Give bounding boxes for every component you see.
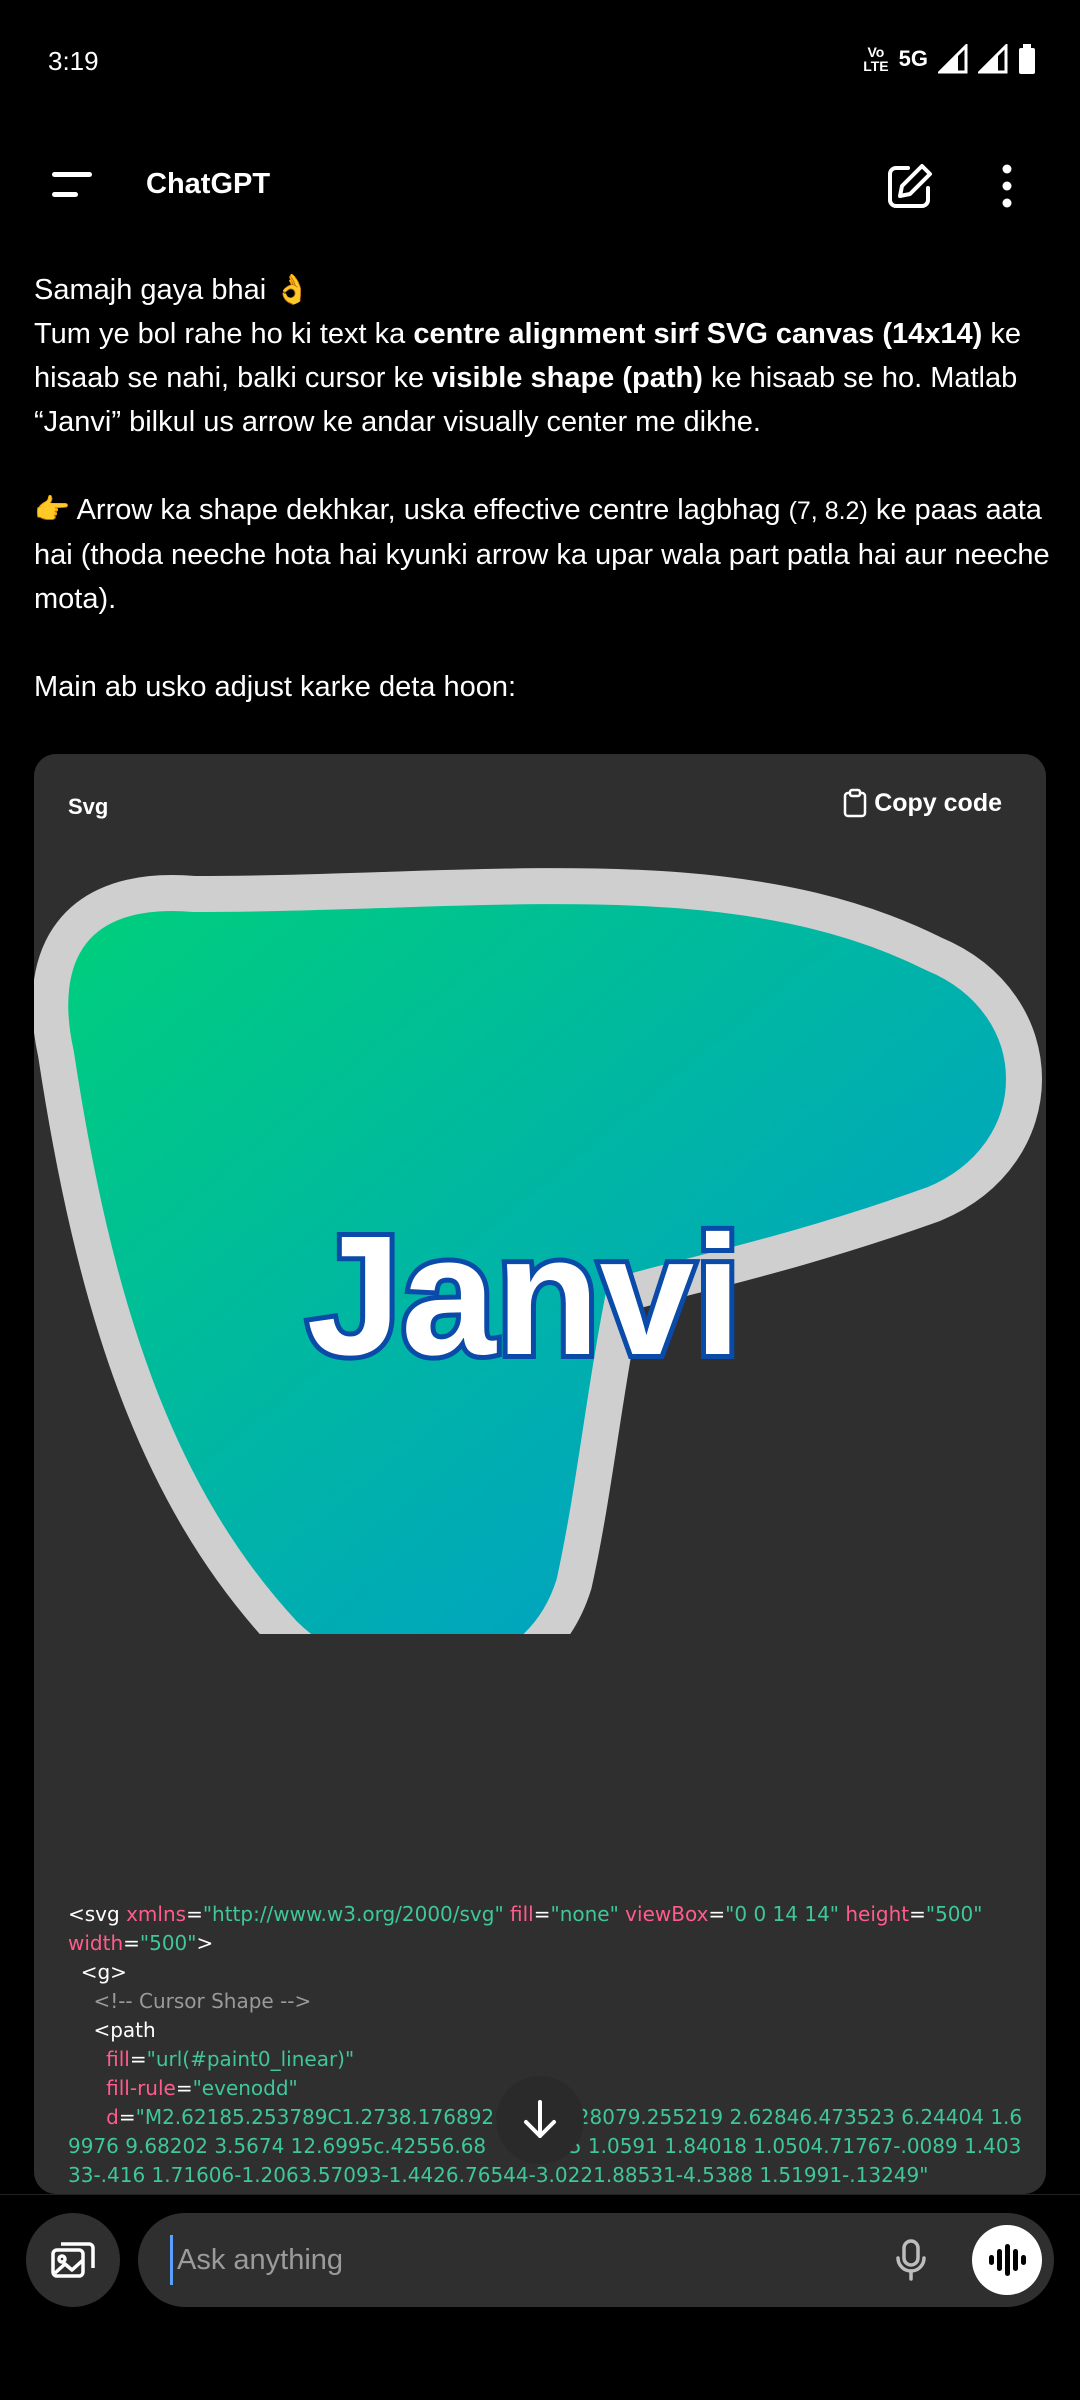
status-bar: 3:19 Vo LTE 5G [0, 0, 1080, 124]
volte-indicator: Vo LTE [863, 44, 889, 74]
arrow-down-icon [524, 2100, 556, 2138]
microphone-icon [896, 2239, 926, 2281]
menu-icon[interactable] [52, 170, 94, 200]
battery-icon [1019, 44, 1035, 74]
message-paragraph-2: 👉 Arrow ka shape dekhkar, uska effective… [34, 494, 1050, 615]
status-icons: Vo LTE 5G [863, 44, 1036, 74]
more-options-icon[interactable] [990, 160, 1024, 212]
code-block: Svg Copy code Janvi <svg xmlns="http://w… [34, 754, 1046, 2194]
microphone-button[interactable] [886, 2235, 936, 2285]
preview-label: Janvi [307, 1201, 742, 1391]
attach-media-button[interactable] [26, 2213, 120, 2307]
signal-icon [938, 44, 968, 74]
composer-bar [0, 2194, 1080, 2400]
5g-indicator: 5G [898, 46, 928, 71]
message-paragraph-3: Main ab usko adjust karke deta hoon: [34, 671, 517, 703]
message-paragraph-1: Tum ye bol rahe ho ki text ka centre ali… [34, 318, 1021, 438]
code-language-label: Svg [68, 794, 109, 819]
message-line: Samajh gaya bhai 👌 [34, 274, 311, 306]
copy-code-button[interactable]: Copy code [842, 788, 1002, 818]
copy-code-label: Copy code [874, 788, 1002, 817]
status-time: 3:19 [48, 46, 99, 76]
audio-waveform-icon [989, 2244, 1026, 2276]
voice-mode-button[interactable] [972, 2225, 1042, 2295]
message-input-container [138, 2213, 1054, 2307]
clipboard-icon [843, 788, 867, 818]
assistant-message: Samajh gaya bhai 👌 Tum ye bol rahe ho ki… [34, 268, 1054, 709]
scroll-down-button[interactable] [496, 2076, 584, 2164]
new-chat-icon[interactable] [884, 160, 936, 212]
ask-anything-input[interactable] [170, 2235, 790, 2285]
signal-icon-2 [978, 44, 1008, 74]
app-title: ChatGPT [146, 168, 271, 200]
app-header: ChatGPT [0, 140, 1080, 230]
svg-preview: Janvi [34, 868, 1042, 1634]
gallery-icon [51, 2242, 95, 2278]
